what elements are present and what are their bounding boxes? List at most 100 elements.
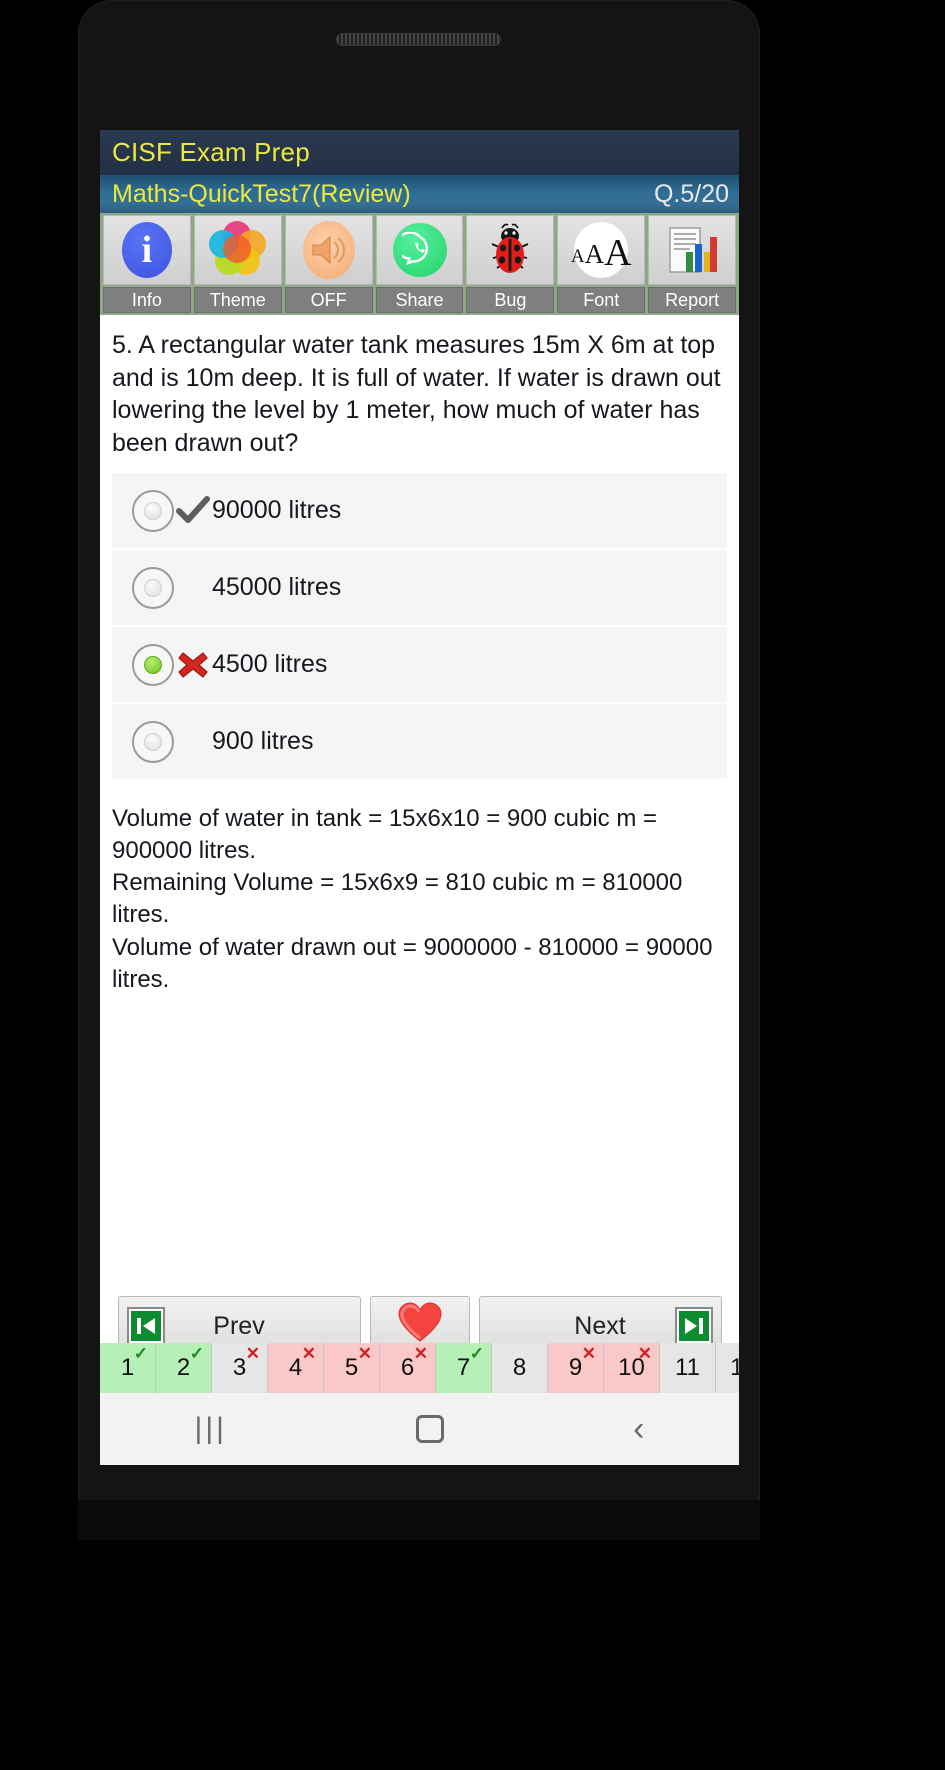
back-icon[interactable]: ‹ bbox=[633, 1410, 644, 1449]
earpiece-speaker bbox=[336, 33, 501, 46]
test-title: Maths-QuickTest7(Review) bbox=[112, 179, 411, 208]
status-cross-icon: ✕ bbox=[301, 1344, 316, 1363]
font-size-icon: AAA bbox=[570, 222, 632, 278]
question-number-1[interactable]: ✓ 1 bbox=[100, 1343, 156, 1393]
question-text: 5. A rectangular water tank measures 15m… bbox=[112, 331, 721, 457]
report-chart-glyph bbox=[669, 227, 718, 273]
question-number-6[interactable]: ✕ 6 bbox=[380, 1343, 436, 1393]
toolbar-button-report[interactable] bbox=[648, 215, 737, 285]
toolbar-label-font[interactable]: Font bbox=[557, 287, 646, 313]
toolbar-button-font[interactable]: AAA bbox=[557, 215, 646, 285]
speaker-glyph bbox=[312, 235, 345, 265]
options-list: 90000 litres 45000 litres 4500 litres 90… bbox=[112, 473, 727, 781]
app-header: CISF Exam Prep bbox=[100, 130, 739, 175]
question-area: 5. A rectangular water tank measures 15m… bbox=[100, 315, 739, 459]
status-cross-icon: ✕ bbox=[357, 1344, 372, 1363]
toolbar-labels-row: Info Theme OFF Share Bug Font Report bbox=[103, 287, 737, 315]
question-number-7[interactable]: ✓ 7 bbox=[436, 1343, 492, 1393]
home-square-icon[interactable] bbox=[416, 1415, 445, 1443]
next-button-label: Next bbox=[574, 1311, 626, 1340]
question-number-strip[interactable]: ✓1 ✓2 ✕3 ✕4 ✕5 ✕6 ✓7 8 ✕9 ✕10 11 12 bbox=[100, 1343, 739, 1393]
toolbar-label-report[interactable]: Report bbox=[648, 287, 737, 313]
status-cross-icon: ✕ bbox=[413, 1344, 428, 1363]
device-body-bottom bbox=[78, 1500, 760, 1540]
toolbar-label-info[interactable]: Info bbox=[103, 287, 191, 313]
status-check-icon: ✓ bbox=[133, 1344, 148, 1363]
toolbar-icons-row: i A A A bbox=[103, 215, 737, 285]
radio-dot-selected bbox=[144, 655, 162, 674]
android-system-navigation: ||| ‹ bbox=[100, 1393, 739, 1465]
report-chart-icon bbox=[664, 222, 720, 278]
option-row-2[interactable]: 45000 litres bbox=[112, 550, 727, 627]
question-number-label: 9 bbox=[568, 1354, 583, 1381]
option-row-3[interactable]: 4500 litres bbox=[112, 627, 727, 704]
question-number-4[interactable]: ✕ 4 bbox=[268, 1343, 324, 1393]
option-radio-1[interactable] bbox=[132, 489, 174, 532]
status-cross-icon: ✕ bbox=[637, 1344, 652, 1363]
app-screen: CISF Exam Prep Maths-QuickTest7(Review) … bbox=[100, 130, 739, 1465]
palette-icon bbox=[208, 221, 267, 279]
font-medium-a: A bbox=[584, 239, 605, 269]
question-number-label: 3 bbox=[232, 1354, 247, 1381]
question-number-label: 2 bbox=[176, 1354, 191, 1381]
toolbar-label-bug[interactable]: Bug bbox=[466, 287, 555, 313]
toolbar-button-share[interactable] bbox=[375, 215, 464, 285]
question-number-5[interactable]: ✕ 5 bbox=[324, 1343, 380, 1393]
toolbar-button-info[interactable]: i bbox=[103, 215, 191, 285]
toolbar-button-sound[interactable] bbox=[284, 215, 373, 285]
explanation-line-1: Volume of water in tank = 15x6x10 = 900 … bbox=[112, 805, 664, 865]
question-counter: Q.5/20 bbox=[653, 179, 729, 208]
status-cross-icon: ✕ bbox=[581, 1344, 596, 1363]
toolbar-label-sound[interactable]: OFF bbox=[284, 287, 373, 313]
phone-frame: CISF Exam Prep Maths-QuickTest7(Review) … bbox=[0, 0, 945, 1770]
toolbar-label-theme[interactable]: Theme bbox=[193, 287, 282, 313]
question-number-label: 4 bbox=[288, 1354, 303, 1381]
option-row-4[interactable]: 900 litres bbox=[112, 704, 727, 781]
recent-apps-icon[interactable]: ||| bbox=[195, 1412, 227, 1446]
prev-button-label: Prev bbox=[213, 1311, 265, 1340]
question-number-10[interactable]: ✕ 10 bbox=[604, 1343, 660, 1393]
font-large-a: A bbox=[604, 232, 632, 274]
status-check-icon: ✓ bbox=[469, 1344, 484, 1363]
question-number-8[interactable]: 8 bbox=[492, 1343, 548, 1393]
option-radio-3[interactable] bbox=[132, 643, 174, 686]
whatsapp-share-icon bbox=[392, 223, 447, 277]
radio-dot bbox=[144, 732, 162, 751]
question-number-label: 5 bbox=[344, 1354, 359, 1381]
option-label-4: 900 litres bbox=[212, 727, 314, 755]
ladybug-glyph bbox=[491, 223, 529, 273]
question-number-3[interactable]: ✕ 3 bbox=[212, 1343, 268, 1393]
skip-to-start-icon bbox=[126, 1307, 165, 1345]
question-number-label: 7 bbox=[456, 1354, 471, 1381]
question-number-label: 8 bbox=[512, 1354, 527, 1381]
question-number-2[interactable]: ✓ 2 bbox=[156, 1343, 212, 1393]
explanation-line-3: Volume of water drawn out = 9000000 - 81… bbox=[112, 933, 720, 993]
toolbar-button-bug[interactable] bbox=[466, 215, 555, 285]
question-number-11[interactable]: 11 bbox=[660, 1343, 716, 1393]
toolbar: i A A A Info Theme OFF Share Bug Font Re… bbox=[100, 213, 739, 315]
wrong-answer-cross-icon bbox=[174, 649, 212, 681]
toolbar-button-theme[interactable] bbox=[193, 215, 282, 285]
question-number-9[interactable]: ✕ 9 bbox=[548, 1343, 604, 1393]
option-row-1[interactable]: 90000 litres bbox=[112, 473, 727, 550]
skip-start-glyph bbox=[136, 1318, 155, 1334]
speaker-icon bbox=[302, 221, 355, 279]
toolbar-label-share[interactable]: Share bbox=[375, 287, 464, 313]
option-label-1: 90000 litres bbox=[212, 496, 342, 524]
option-label-2: 45000 litres bbox=[212, 573, 342, 601]
question-number-12[interactable]: 12 bbox=[716, 1343, 739, 1393]
check-glyph bbox=[176, 495, 210, 523]
radio-dot bbox=[144, 578, 162, 597]
question-number-label: 11 bbox=[675, 1354, 700, 1381]
question-number-label: 12 bbox=[730, 1354, 739, 1381]
skip-end-glyph bbox=[684, 1318, 703, 1334]
question-number-label: 6 bbox=[400, 1354, 415, 1381]
heart-glyph bbox=[397, 1301, 442, 1342]
option-radio-4[interactable] bbox=[132, 720, 174, 763]
option-radio-2[interactable] bbox=[132, 566, 174, 609]
whatsapp-glyph bbox=[401, 232, 428, 265]
speaker-grill-icon bbox=[337, 34, 500, 45]
font-small-a: A bbox=[570, 246, 585, 267]
status-cross-icon: ✕ bbox=[245, 1344, 260, 1363]
info-icon: i bbox=[121, 222, 172, 278]
